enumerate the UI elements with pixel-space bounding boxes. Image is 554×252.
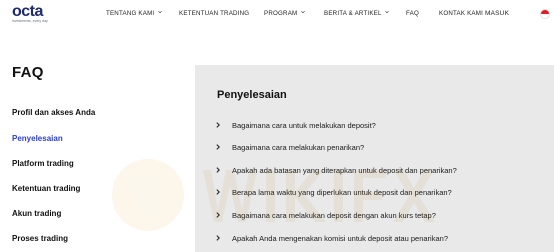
nav-label: KETENTUAN TRADING [179,10,250,17]
nav-label: TENTANG KAMI [106,10,155,17]
faq-question-text: Berapa lama waktu yang diperlukan untuk … [232,188,452,197]
faq-question-text: Apakah ada batasan yang diterapkan untuk… [232,166,457,175]
indonesia-flag-icon[interactable] [540,9,550,19]
faq-question-text: Bagaimana cara melakukan deposit dengan … [232,211,436,220]
nav-tentang-kami[interactable]: TENTANG KAMI [106,10,163,18]
site-header: octa investments, every day TENTANG KAMI… [0,0,554,32]
nav-label: PROGRAM [264,10,298,17]
chevron-right-icon [216,167,220,173]
chevron-right-icon [216,122,220,128]
chevron-right-icon [216,212,220,218]
sidebar-item-platform-trading[interactable]: Platform trading [12,159,74,168]
chevron-right-icon [216,189,220,195]
sidebar-item-penyelesaian[interactable]: Penyelesaian [12,134,63,143]
chevron-right-icon [216,235,220,241]
octa-logo[interactable]: octa investments, every day [12,3,56,24]
logo-tagline: investments, every day [12,19,48,23]
sidebar-item-akun-trading[interactable]: Akun trading [12,209,61,218]
faq-question-text: Bagaimana cara melakukan penarikan? [232,143,365,152]
chevron-right-icon [216,144,220,150]
page-title: FAQ [12,64,44,81]
login-label: MASUK [485,10,510,17]
faq-question-text: Apakah Anda mengenakan komisi untuk depo… [232,234,448,243]
nav-program[interactable]: PROGRAM [264,10,306,18]
nav-kontak-kami[interactable]: KONTAK KAMI [439,10,483,18]
nav-label: FAQ [406,10,419,17]
faq-panel: Penyelesaian Bagaimana cara untuk melaku… [195,65,554,252]
faq-question-text: Bagaimana cara untuk melakukan deposit? [232,121,376,130]
section-title: Penyelesaian [217,89,287,101]
chevron-down-icon [385,10,390,14]
chevron-down-icon [301,10,306,14]
chevron-down-icon [158,10,163,14]
nav-label: KONTAK KAMI [439,10,484,17]
sidebar-item-ketentuan-trading[interactable]: Ketentuan trading [12,184,80,193]
nav-faq[interactable]: FAQ [406,10,419,18]
logo-wordmark: octa [12,3,43,20]
nav-ketentuan-trading[interactable]: KETENTUAN TRADING [179,10,249,18]
nav-label: BERITA & ARTIKEL [324,10,382,17]
login-link[interactable]: MASUK [485,10,509,18]
sidebar-item-profil[interactable]: Profil dan akses Anda [12,108,95,117]
nav-berita-artikel[interactable]: BERITA & ARTIKEL [324,10,390,18]
sidebar-item-proses-trading[interactable]: Proses trading [12,234,68,243]
